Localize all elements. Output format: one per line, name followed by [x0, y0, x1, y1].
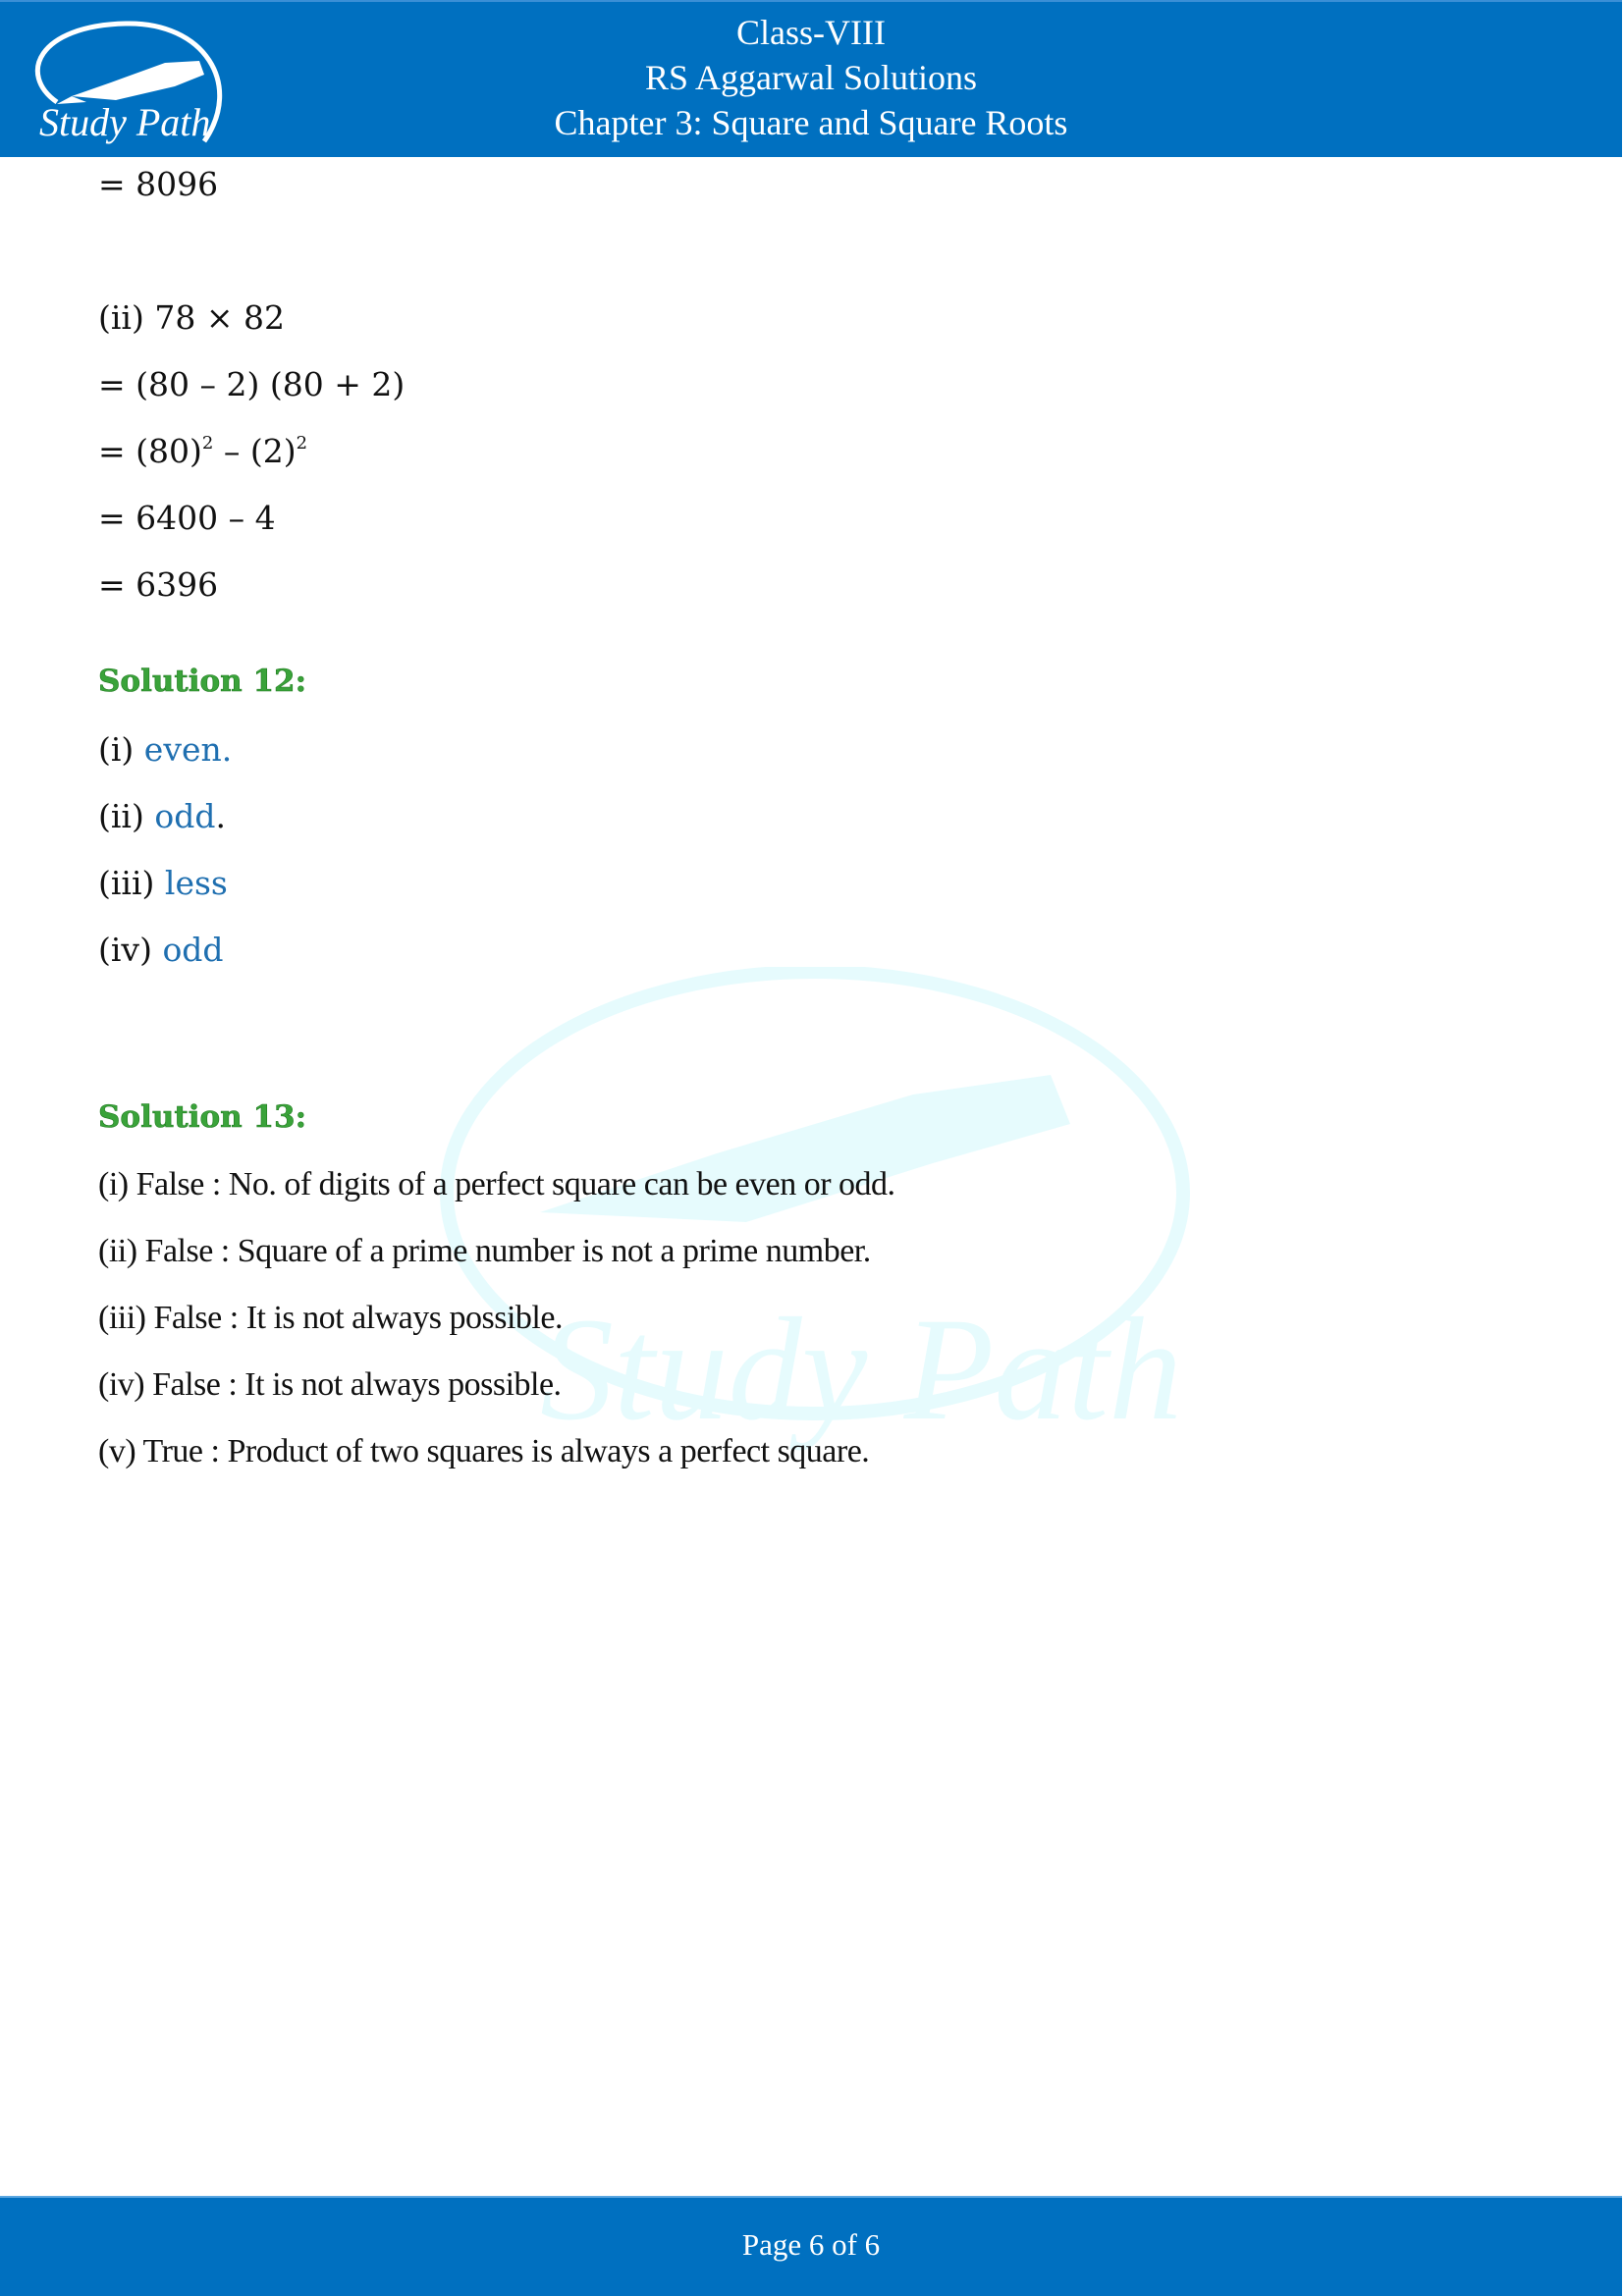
page-number: Page 6 of 6: [741, 2227, 881, 2262]
class-label: Class-VIII: [736, 13, 886, 52]
page-footer: Page 6 of 6: [0, 2196, 1622, 2296]
item-label: (iv): [98, 931, 163, 969]
item-answer: odd: [154, 797, 216, 835]
solution-12-item: (ii) odd.: [98, 797, 226, 835]
exponent: 2: [296, 433, 308, 454]
solution-13-item: (ii) False : Square of a prime number is…: [98, 1233, 871, 1269]
solution-13-item: (iv) False : It is not always possible.: [98, 1366, 562, 1403]
step-2-term-a: = (80): [98, 432, 202, 470]
solution-12-item: (i) even.: [98, 730, 232, 769]
item-label: (ii): [98, 797, 155, 835]
solution-13-heading: Solution 13:: [98, 1099, 307, 1136]
watermark-text: Study Path: [540, 1288, 1182, 1451]
item-label: (iii): [98, 864, 165, 902]
part-ii-step-4: = 6396: [98, 565, 219, 604]
header-title: Class-VIII RS Aggarwal Solutions Chapter…: [0, 10, 1622, 145]
item-suffix: .: [215, 797, 226, 835]
book-title: RS Aggarwal Solutions: [644, 58, 978, 97]
item-label: (i): [98, 730, 144, 769]
part-ii-step-1: = (80 – 2) (80 + 2): [98, 365, 406, 403]
solution-12-item: (iv) odd: [98, 931, 224, 969]
part-ii-question: (ii) 78 × 82: [98, 298, 285, 337]
solution-12-item: (iii) less: [98, 864, 228, 902]
part-ii-step-2: = (80)2 – (2)2: [98, 432, 307, 470]
previous-result: = 8096: [98, 165, 219, 203]
part-ii-step-3: = 6400 – 4: [98, 499, 276, 537]
solution-13-item: (v) True : Product of two squares is alw…: [98, 1433, 870, 1469]
item-answer: even.: [143, 730, 233, 769]
chapter-title: Chapter 3: Square and Square Roots: [554, 103, 1068, 142]
item-answer: less: [164, 864, 228, 902]
solution-13-item: (i) False : No. of digits of a perfect s…: [98, 1166, 895, 1202]
solution-13-item: (iii) False : It is not always possible.: [98, 1300, 563, 1336]
page-header: Study Path Class-VIII RS Aggarwal Soluti…: [0, 0, 1622, 157]
step-2-term-b: – (2): [213, 432, 297, 470]
exponent: 2: [201, 433, 214, 454]
item-answer: odd: [162, 931, 224, 969]
solution-12-heading: Solution 12:: [98, 664, 307, 700]
